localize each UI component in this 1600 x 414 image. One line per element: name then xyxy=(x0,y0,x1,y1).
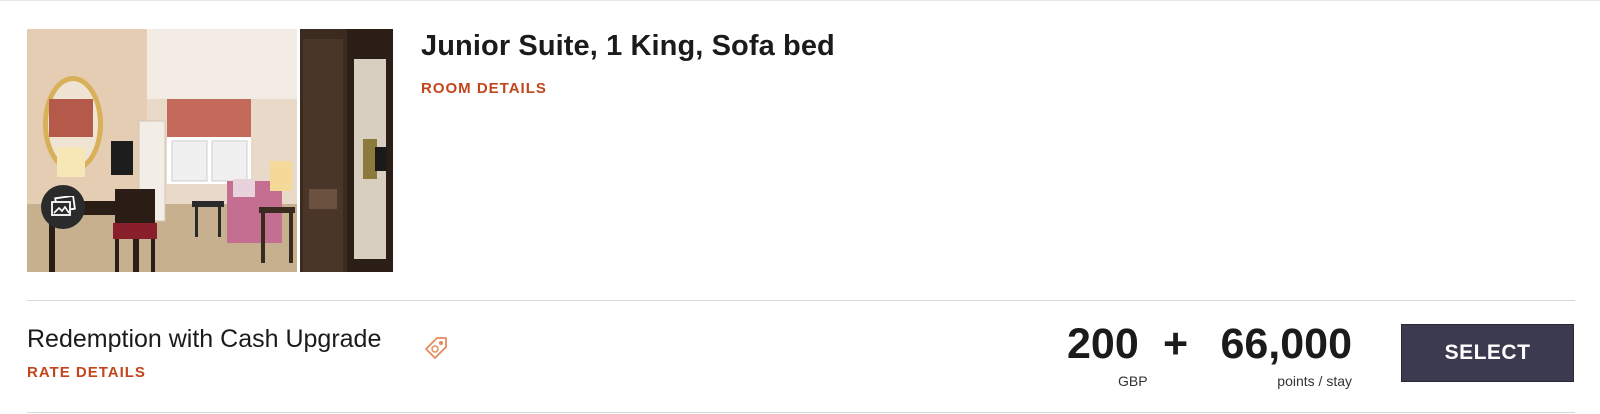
rate-details-link[interactable]: RATE DETAILS xyxy=(27,364,146,381)
gallery-icon xyxy=(51,196,76,216)
room-details-link[interactable]: ROOM DETAILS xyxy=(421,80,547,97)
bottom-divider xyxy=(27,412,1575,413)
room-rate-card: Junior Suite, 1 King, Sofa bed ROOM DETA… xyxy=(0,0,1600,414)
price-points-unit-label: points / stay xyxy=(1277,373,1352,389)
price-tag-icon[interactable] xyxy=(423,335,449,361)
price-plus-sign: + xyxy=(1163,320,1189,368)
select-button[interactable]: SELECT xyxy=(1401,324,1574,382)
price-cash-amount: 200 xyxy=(1067,320,1139,368)
rate-name: Redemption with Cash Upgrade xyxy=(27,325,382,353)
price-currency-label: GBP xyxy=(1118,373,1148,389)
top-divider xyxy=(0,0,1600,1)
room-title: Junior Suite, 1 King, Sofa bed xyxy=(421,30,835,62)
section-divider xyxy=(27,300,1575,301)
photo-gallery-button[interactable] xyxy=(41,185,85,229)
price-points-amount: 66,000 xyxy=(1220,320,1352,368)
room-photo[interactable] xyxy=(27,29,393,272)
